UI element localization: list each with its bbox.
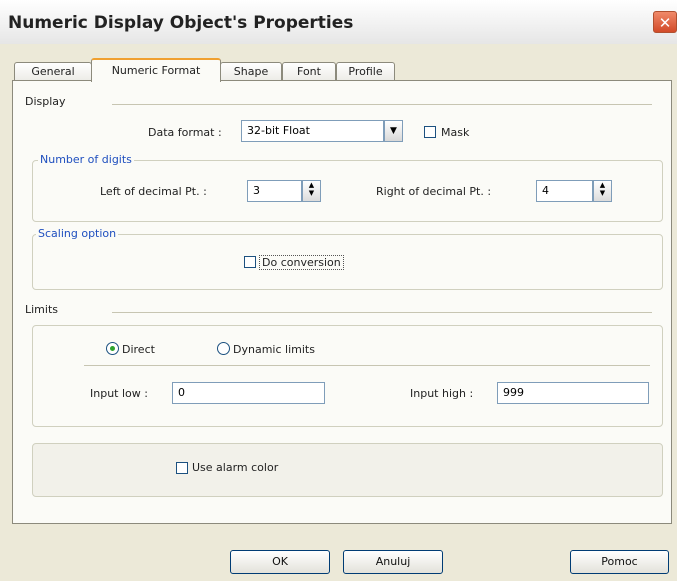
direct-label: Direct [122, 343, 155, 356]
chevron-down-icon[interactable]: ▼ [384, 120, 403, 142]
cancel-button[interactable]: Anuluj [343, 550, 443, 574]
limits-group-label: Limits [22, 303, 61, 316]
input-low-field[interactable]: 0 [172, 382, 325, 404]
alarm-color-group [32, 443, 663, 497]
right-decimal-label: Right of decimal Pt. : [376, 185, 492, 198]
mask-label: Mask [441, 126, 470, 139]
mask-checkbox[interactable] [424, 126, 436, 138]
input-low-label: Input low : [90, 387, 148, 400]
dynamic-limits-radio[interactable] [217, 342, 230, 355]
close-button[interactable]: ✕ [653, 11, 677, 33]
tab-profile[interactable]: Profile [336, 62, 395, 81]
radio-selected-dot [110, 346, 115, 351]
do-conversion-label: Do conversion [259, 255, 344, 270]
input-high-label: Input high : [410, 387, 474, 400]
number-of-digits-label: Number of digits [38, 153, 134, 166]
input-high-field[interactable]: 999 [497, 382, 649, 404]
display-group-label: Display [22, 95, 69, 108]
limits-group [32, 325, 663, 427]
close-icon: ✕ [658, 14, 672, 32]
help-button[interactable]: Pomoc [570, 550, 669, 574]
tab-shape[interactable]: Shape [220, 62, 282, 81]
use-alarm-color-label: Use alarm color [192, 461, 279, 474]
data-format-select[interactable]: 32-bit Float [241, 120, 384, 142]
dynamic-limits-label: Dynamic limits [233, 343, 315, 356]
left-decimal-spinner[interactable]: ▲ ▼ [302, 180, 321, 202]
do-conversion-checkbox[interactable] [244, 256, 256, 268]
ok-button[interactable]: OK [230, 550, 330, 574]
limits-divider [112, 312, 652, 313]
tab-numeric-format[interactable]: Numeric Format [91, 58, 221, 82]
limits-inner-divider [84, 365, 650, 366]
right-decimal-spinner[interactable]: ▲ ▼ [593, 180, 612, 202]
window-title: Numeric Display Object's Properties [8, 13, 354, 33]
use-alarm-color-checkbox[interactable] [176, 462, 188, 474]
scaling-option-group [32, 234, 663, 290]
direct-radio[interactable] [106, 342, 119, 355]
tab-font[interactable]: Font [282, 62, 336, 81]
left-decimal-input[interactable]: 3 [247, 180, 302, 202]
left-decimal-label: Left of decimal Pt. : [100, 185, 207, 198]
data-format-label: Data format : [148, 126, 222, 139]
right-decimal-input[interactable]: 4 [536, 180, 593, 202]
display-divider [112, 104, 652, 105]
scaling-option-label: Scaling option [36, 227, 119, 240]
tab-general[interactable]: General [14, 62, 92, 81]
